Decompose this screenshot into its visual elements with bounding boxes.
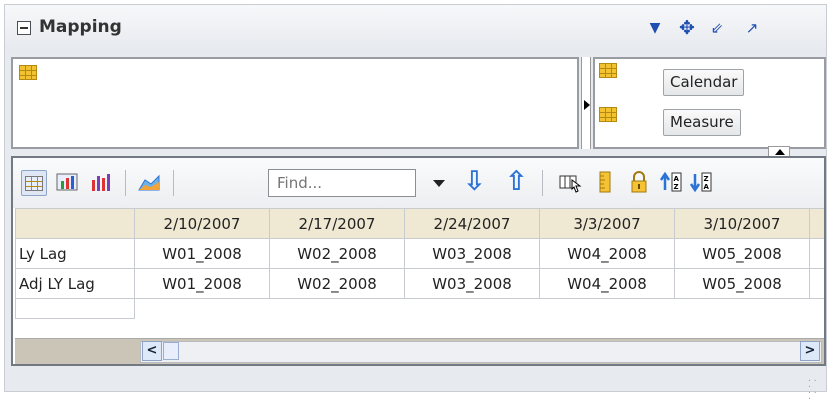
svg-text:A: A xyxy=(704,183,710,191)
table-cell[interactable]: W01_2008 xyxy=(134,238,270,269)
column-header[interactable]: 2/10/2007 xyxy=(134,208,270,239)
table-cell[interactable]: W04_2008 xyxy=(539,268,675,299)
find-input[interactable] xyxy=(268,169,416,197)
table-row: Adj LY Lag W01_2008 W02_2008 W03_2008 W0… xyxy=(15,268,824,299)
maximize-icon[interactable]: ↗ xyxy=(740,14,764,42)
chart-table-view-button[interactable] xyxy=(55,170,81,196)
find-dropdown-icon[interactable] xyxy=(433,180,445,187)
sort-ascending-button[interactable]: A Z xyxy=(659,170,685,196)
sort-descending-icon: Z A xyxy=(689,172,712,193)
table-icon xyxy=(25,176,43,191)
row-header[interactable]: Ly Lag xyxy=(15,238,135,269)
panel-header: Mapping ▼ ✥ ⇙ ↗ xyxy=(5,5,826,53)
table-view-button[interactable] xyxy=(21,170,47,196)
table-cell[interactable]: W05_2008 xyxy=(674,268,810,299)
toolbar-separator xyxy=(542,170,543,196)
bar-chart-view-button[interactable] xyxy=(89,170,115,196)
grid-toolbar: ⇩ ⇧ xyxy=(13,158,824,208)
empty-row xyxy=(15,298,824,319)
table-cell[interactable]: W03_2008 xyxy=(404,268,540,299)
column-header xyxy=(809,208,824,239)
svg-text:Z: Z xyxy=(704,175,709,183)
calendar-dimension-button[interactable]: Calendar xyxy=(663,69,745,96)
find-previous-icon[interactable]: ⇧ xyxy=(505,166,528,198)
collapse-icon[interactable] xyxy=(17,21,31,35)
select-columns-icon xyxy=(559,175,582,193)
lock-icon xyxy=(631,171,647,193)
area-chart-view-button[interactable] xyxy=(137,170,163,196)
panel-title: Mapping xyxy=(39,17,122,37)
table-cell[interactable]: W05_2008 xyxy=(674,238,810,269)
table-row: Ly Lag W01_2008 W02_2008 W03_2008 W04_20… xyxy=(15,238,824,269)
table-grid-icon xyxy=(599,63,617,78)
mapping-panel: Mapping ▼ ✥ ⇙ ↗ Calendar Measure Find...… xyxy=(4,4,827,402)
sort-descending-button[interactable]: Z A xyxy=(689,170,715,196)
table-cell[interactable]: W03_2008 xyxy=(404,238,540,269)
mapping-right-pane: Calendar Measure xyxy=(593,57,826,149)
data-table: 2/10/2007 2/17/2007 2/24/2007 3/3/2007 3… xyxy=(15,208,824,319)
scroll-right-icon[interactable]: > xyxy=(800,341,820,361)
sort-ascending-icon: A Z xyxy=(659,171,682,192)
ruler-button[interactable] xyxy=(593,170,619,196)
table-cell xyxy=(809,268,824,299)
measure-dimension-button[interactable]: Measure xyxy=(663,109,741,136)
column-header[interactable]: 2/24/2007 xyxy=(404,208,540,239)
scrollbar-track[interactable] xyxy=(140,341,822,363)
table-cell[interactable]: W02_2008 xyxy=(269,238,405,269)
bar-chart-icon xyxy=(92,174,110,191)
resize-grip-icon[interactable]: . . .. .. xyxy=(808,375,822,402)
restore-icon[interactable]: ⇙ xyxy=(705,14,729,42)
table-grid-icon xyxy=(19,65,37,80)
move-icon[interactable]: ✥ xyxy=(675,14,699,42)
find-next-icon[interactable]: ⇩ xyxy=(463,166,486,198)
corner-cell xyxy=(15,208,135,239)
column-header[interactable]: 3/3/2007 xyxy=(539,208,675,239)
pane-splitter[interactable] xyxy=(581,57,591,149)
svg-text:A: A xyxy=(674,175,680,183)
expand-right-icon[interactable] xyxy=(584,100,590,110)
column-header[interactable]: 3/10/2007 xyxy=(674,208,810,239)
scroll-left-icon[interactable]: < xyxy=(142,341,162,361)
table-grid-icon xyxy=(599,107,617,122)
header-row: 2/10/2007 2/17/2007 2/24/2007 3/3/2007 3… xyxy=(15,208,824,239)
row-header[interactable]: Adj LY Lag xyxy=(15,268,135,299)
table-cell[interactable]: W02_2008 xyxy=(269,268,405,299)
row-header xyxy=(15,298,135,319)
toolbar-separator xyxy=(125,170,126,196)
data-grid-panel: ⇩ ⇧ xyxy=(11,156,826,366)
chart-table-icon xyxy=(56,173,78,191)
table-cell[interactable]: W04_2008 xyxy=(539,238,675,269)
scrollbar-thumb[interactable] xyxy=(163,342,179,360)
mapping-left-pane[interactable] xyxy=(11,57,579,149)
area-chart-icon xyxy=(138,174,160,191)
table-cell xyxy=(809,238,824,269)
lock-button[interactable] xyxy=(627,170,653,196)
horizontal-scrollbar[interactable]: < > xyxy=(15,338,824,364)
table-cell[interactable]: W01_2008 xyxy=(134,268,270,299)
dropdown-icon[interactable]: ▼ xyxy=(643,14,667,42)
toolbar-separator xyxy=(173,170,174,196)
empty-cell xyxy=(135,299,824,319)
ruler-icon xyxy=(599,171,611,193)
column-header[interactable]: 2/17/2007 xyxy=(269,208,405,239)
svg-text:Z: Z xyxy=(674,183,679,191)
select-columns-button[interactable] xyxy=(558,170,584,196)
